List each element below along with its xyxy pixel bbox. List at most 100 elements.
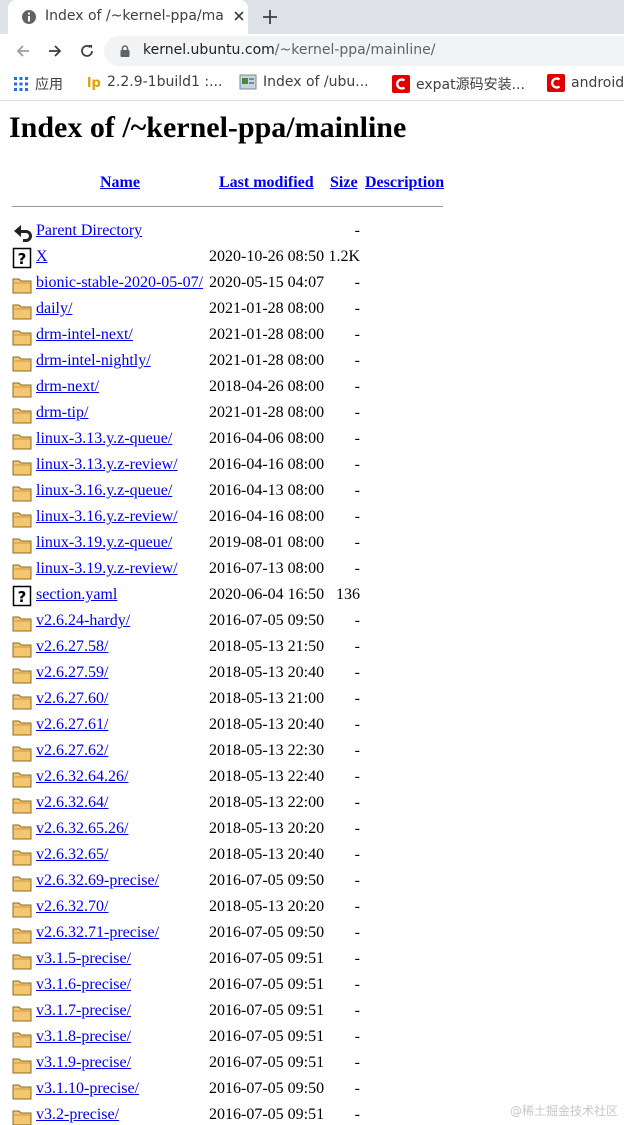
back-arrow-icon[interactable]: [14, 42, 32, 60]
address-bar[interactable]: kernel.ubuntu.com/~kernel-ppa/mainline/: [104, 36, 624, 66]
last-modified: 2021-01-28 08:00: [209, 404, 325, 421]
file-size: -: [354, 404, 360, 421]
file-link[interactable]: bionic-stable-2020-05-07/: [36, 274, 203, 292]
column-header-size[interactable]: Size: [330, 174, 358, 192]
bookmarks-bar: 应用 lp 2.2.9-1build1 :... Index of /ubu..…: [0, 68, 624, 101]
last-modified: 2016-04-16 08:00: [209, 508, 325, 525]
file-link[interactable]: daily/: [36, 300, 72, 318]
bookmark-label: expat源码安装...: [416, 77, 525, 93]
file-row: drm-tip/2021-01-28 08:00 -: [0, 400, 624, 426]
last-modified: 2016-07-05 09:51: [209, 1028, 325, 1045]
last-modified: 2016-07-05 09:50: [209, 872, 325, 889]
file-link[interactable]: v2.6.32.64/: [36, 794, 108, 812]
file-link[interactable]: v2.6.27.59/: [36, 664, 108, 682]
parent-directory-icon: [14, 225, 32, 242]
file-link[interactable]: linux-3.19.y.z-review/: [36, 560, 178, 578]
folder-icon: [12, 408, 32, 424]
last-modified: 2020-10-26 08:50: [209, 248, 325, 265]
url-text[interactable]: kernel.ubuntu.com/~kernel-ppa/mainline/: [143, 42, 435, 58]
page-title: Index of /~kernel-ppa/mainline: [9, 111, 407, 144]
close-icon[interactable]: [231, 8, 247, 24]
bookmark-label: 2.2.9-1build1 :...: [107, 74, 223, 90]
tab-title: Index of /~kernel-ppa/mainline: [45, 8, 225, 24]
file-link[interactable]: linux-3.13.y.z-review/: [36, 456, 178, 474]
file-link[interactable]: v3.2-precise/: [36, 1106, 119, 1124]
file-link[interactable]: v2.6.32.65/: [36, 846, 108, 864]
file-size: -: [354, 482, 360, 499]
file-link[interactable]: v3.1.9-precise/: [36, 1054, 131, 1072]
csdn-icon: [392, 75, 410, 93]
file-link[interactable]: drm-tip/: [36, 404, 88, 422]
watermark: @稀土掘金技术社区: [509, 1104, 618, 1118]
launchpad-icon: lp: [87, 76, 101, 90]
file-link[interactable]: v3.1.7-precise/: [36, 1002, 131, 1020]
file-link[interactable]: v2.6.27.60/: [36, 690, 108, 708]
forward-arrow-icon[interactable]: [46, 42, 64, 60]
last-modified: 2018-05-13 22:30: [209, 742, 325, 759]
file-link[interactable]: v2.6.32.69-precise/: [36, 872, 159, 890]
file-link[interactable]: X: [36, 248, 48, 266]
bookmark-launchpad[interactable]: lp 2.2.9-1build1 :...: [87, 74, 222, 94]
csdn-icon: [547, 74, 565, 92]
file-link[interactable]: drm-next/: [36, 378, 99, 396]
file-link[interactable]: v2.6.32.65.26/: [36, 820, 128, 838]
file-size: -: [354, 794, 360, 811]
last-modified: 2018-05-13 22:40: [209, 768, 325, 785]
file-link[interactable]: v3.1.10-precise/: [36, 1080, 139, 1098]
file-link[interactable]: v2.6.32.64.26/: [36, 768, 128, 786]
bookmark-expat[interactable]: expat源码安装...: [392, 74, 525, 94]
folder-icon: [12, 980, 32, 996]
svg-text:lp: lp: [87, 76, 101, 90]
file-link[interactable]: linux-3.13.y.z-queue/: [36, 430, 172, 448]
new-tab-icon[interactable]: [259, 6, 281, 28]
file-link[interactable]: linux-3.19.y.z-queue/: [36, 534, 172, 552]
file-link[interactable]: v3.1.8-precise/: [36, 1028, 131, 1046]
file-link[interactable]: drm-intel-next/: [36, 326, 133, 344]
bookmark-label: Index of /ubu...: [263, 74, 369, 90]
last-modified: 2020-06-04 16:50: [209, 586, 325, 603]
file-link[interactable]: v3.1.6-precise/: [36, 976, 131, 994]
last-modified: 2018-05-13 20:40: [209, 846, 325, 863]
file-link[interactable]: linux-3.16.y.z-review/: [36, 508, 178, 526]
file-size: -: [354, 820, 360, 837]
file-link[interactable]: Parent Directory: [36, 222, 142, 240]
file-link[interactable]: v2.6.24-hardy/: [36, 612, 130, 630]
column-header-name[interactable]: Name: [100, 174, 140, 192]
tab-strip: Index of /~kernel-ppa/mainline: [0, 0, 624, 34]
file-row: v2.6.32.65/2018-05-13 20:40 -: [0, 842, 624, 868]
last-modified: 2016-07-13 08:00: [209, 560, 325, 577]
bookmark-index[interactable]: Index of /ubu...: [239, 74, 369, 94]
file-link[interactable]: v2.6.27.61/: [36, 716, 108, 734]
page-icon: [239, 74, 257, 90]
file-link[interactable]: v2.6.27.58/: [36, 638, 108, 656]
url-path: /~kernel-ppa/mainline/: [274, 42, 436, 58]
file-size: -: [354, 742, 360, 759]
folder-icon: [12, 512, 32, 528]
folder-icon: [12, 460, 32, 476]
lock-icon[interactable]: [118, 44, 132, 58]
folder-icon: [12, 642, 32, 658]
file-link[interactable]: v2.6.32.70/: [36, 898, 108, 916]
file-row: v2.6.27.60/2018-05-13 21:00 -: [0, 686, 624, 712]
file-row: drm-next/2018-04-26 08:00 -: [0, 374, 624, 400]
file-row: ? section.yaml 2020-06-04 16:50 136: [0, 582, 624, 608]
tab-active[interactable]: Index of /~kernel-ppa/mainline: [8, 0, 248, 34]
bookmark-android[interactable]: android: [547, 74, 624, 94]
file-link[interactable]: drm-intel-nightly/: [36, 352, 151, 370]
browser-toolbar: kernel.ubuntu.com/~kernel-ppa/mainline/: [0, 34, 624, 68]
file-link[interactable]: v2.6.32.71-precise/: [36, 924, 159, 942]
file-link[interactable]: linux-3.16.y.z-queue/: [36, 482, 172, 500]
file-link[interactable]: v2.6.27.62/: [36, 742, 108, 760]
file-link[interactable]: v3.1.5-precise/: [36, 950, 131, 968]
column-header-last-modified[interactable]: Last modified: [219, 174, 314, 192]
file-size: 136: [336, 586, 360, 603]
folder-icon: [12, 278, 32, 294]
file-link[interactable]: section.yaml: [36, 586, 117, 604]
file-row: drm-intel-nightly/2021-01-28 08:00 -: [0, 348, 624, 374]
last-modified: 2016-07-05 09:50: [209, 924, 325, 941]
bookmark-apps[interactable]: 应用: [13, 74, 63, 94]
reload-icon[interactable]: [78, 42, 96, 60]
column-header-description[interactable]: Description: [365, 174, 444, 192]
file-size: -: [354, 950, 360, 967]
file-row: linux-3.19.y.z-queue/2019-08-01 08:00 -: [0, 530, 624, 556]
